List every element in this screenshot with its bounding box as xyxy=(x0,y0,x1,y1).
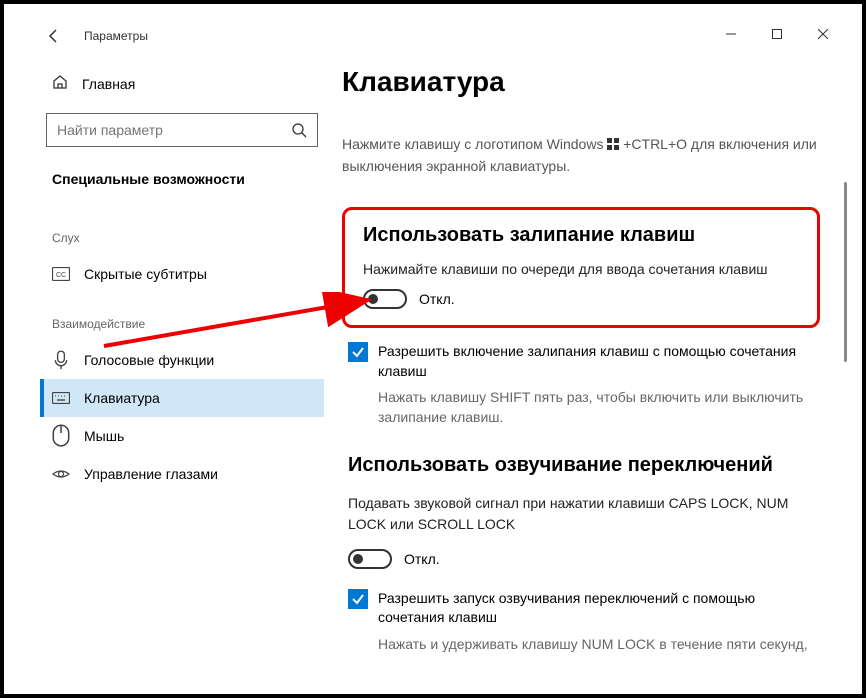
sidebar-category-heading: Специальные возможности xyxy=(40,165,324,207)
sticky-keys-shortcut-label: Разрешить включение залипания клавиш с п… xyxy=(378,342,820,381)
sticky-keys-shortcut-checkbox[interactable] xyxy=(348,342,368,362)
maximize-button[interactable] xyxy=(754,18,800,50)
toggle-keys-toggle-state: Откл. xyxy=(404,551,440,567)
sticky-keys-section-highlight: Использовать залипание клавиш Нажимайте … xyxy=(342,207,820,328)
sticky-keys-toggle-state: Откл. xyxy=(419,291,455,307)
toggle-keys-title: Использовать озвучивание переключений xyxy=(348,454,820,477)
back-button[interactable] xyxy=(44,26,64,46)
svg-text:CC: CC xyxy=(56,272,66,279)
sidebar: Главная Специальные возможности Слух CC … xyxy=(28,54,336,686)
sticky-keys-toggle[interactable] xyxy=(363,289,407,309)
sidebar-item-label: Мышь xyxy=(84,428,124,444)
sidebar-group-hearing: Слух xyxy=(40,207,324,255)
home-icon xyxy=(52,74,68,93)
sidebar-group-interaction: Взаимодействие xyxy=(40,293,324,341)
sidebar-item-label: Скрытые субтитры xyxy=(84,266,207,282)
search-box[interactable] xyxy=(46,113,318,147)
keyboard-icon xyxy=(52,389,70,407)
toggle-keys-shortcut-label: Разрешить запуск озвучивания переключени… xyxy=(378,589,820,628)
eye-icon xyxy=(52,465,70,483)
sidebar-home-label: Главная xyxy=(82,76,135,92)
onscreen-keyboard-help: Нажмите клавишу с логотипом Windows +CTR… xyxy=(342,134,820,177)
sidebar-item-captions[interactable]: CC Скрытые субтитры xyxy=(40,255,324,293)
toggle-keys-description: Подавать звуковой сигнал при нажатии кла… xyxy=(348,493,820,535)
sidebar-item-home[interactable]: Главная xyxy=(40,66,324,101)
sticky-keys-shortcut-help: Нажать клавишу SHIFT пять раз, чтобы вкл… xyxy=(378,387,820,428)
sidebar-item-label: Голосовые функции xyxy=(84,352,214,368)
sidebar-item-keyboard[interactable]: Клавиатура xyxy=(40,379,324,417)
mouse-icon xyxy=(52,427,70,445)
sticky-keys-description: Нажимайте клавиши по очереди для ввода с… xyxy=(363,261,799,277)
page-title: Клавиатура xyxy=(342,66,820,98)
sidebar-item-speech[interactable]: Голосовые функции xyxy=(40,341,324,379)
search-input[interactable] xyxy=(57,122,291,138)
toggle-keys-toggle[interactable] xyxy=(348,549,392,569)
search-icon xyxy=(291,122,307,138)
window-title: Параметры xyxy=(84,29,148,43)
minimize-button[interactable] xyxy=(708,18,754,50)
microphone-icon xyxy=(52,351,70,369)
scrollbar[interactable] xyxy=(844,182,847,362)
toggle-keys-shortcut-help: Нажать и удерживать клавишу NUM LOCK в т… xyxy=(378,634,820,654)
toggle-keys-shortcut-checkbox[interactable] xyxy=(348,589,368,609)
content-pane: Клавиатура Нажмите клавишу с логотипом W… xyxy=(336,54,846,686)
sidebar-item-label: Управление глазами xyxy=(84,466,218,482)
sticky-keys-title: Использовать залипание клавиш xyxy=(363,224,799,247)
sidebar-item-label: Клавиатура xyxy=(84,390,160,406)
windows-logo-icon xyxy=(607,135,619,156)
sidebar-item-eye-control[interactable]: Управление глазами xyxy=(40,455,324,493)
cc-icon: CC xyxy=(52,265,70,283)
close-button[interactable] xyxy=(800,18,846,50)
titlebar: Параметры xyxy=(28,18,846,54)
sidebar-item-mouse[interactable]: Мышь xyxy=(40,417,324,455)
